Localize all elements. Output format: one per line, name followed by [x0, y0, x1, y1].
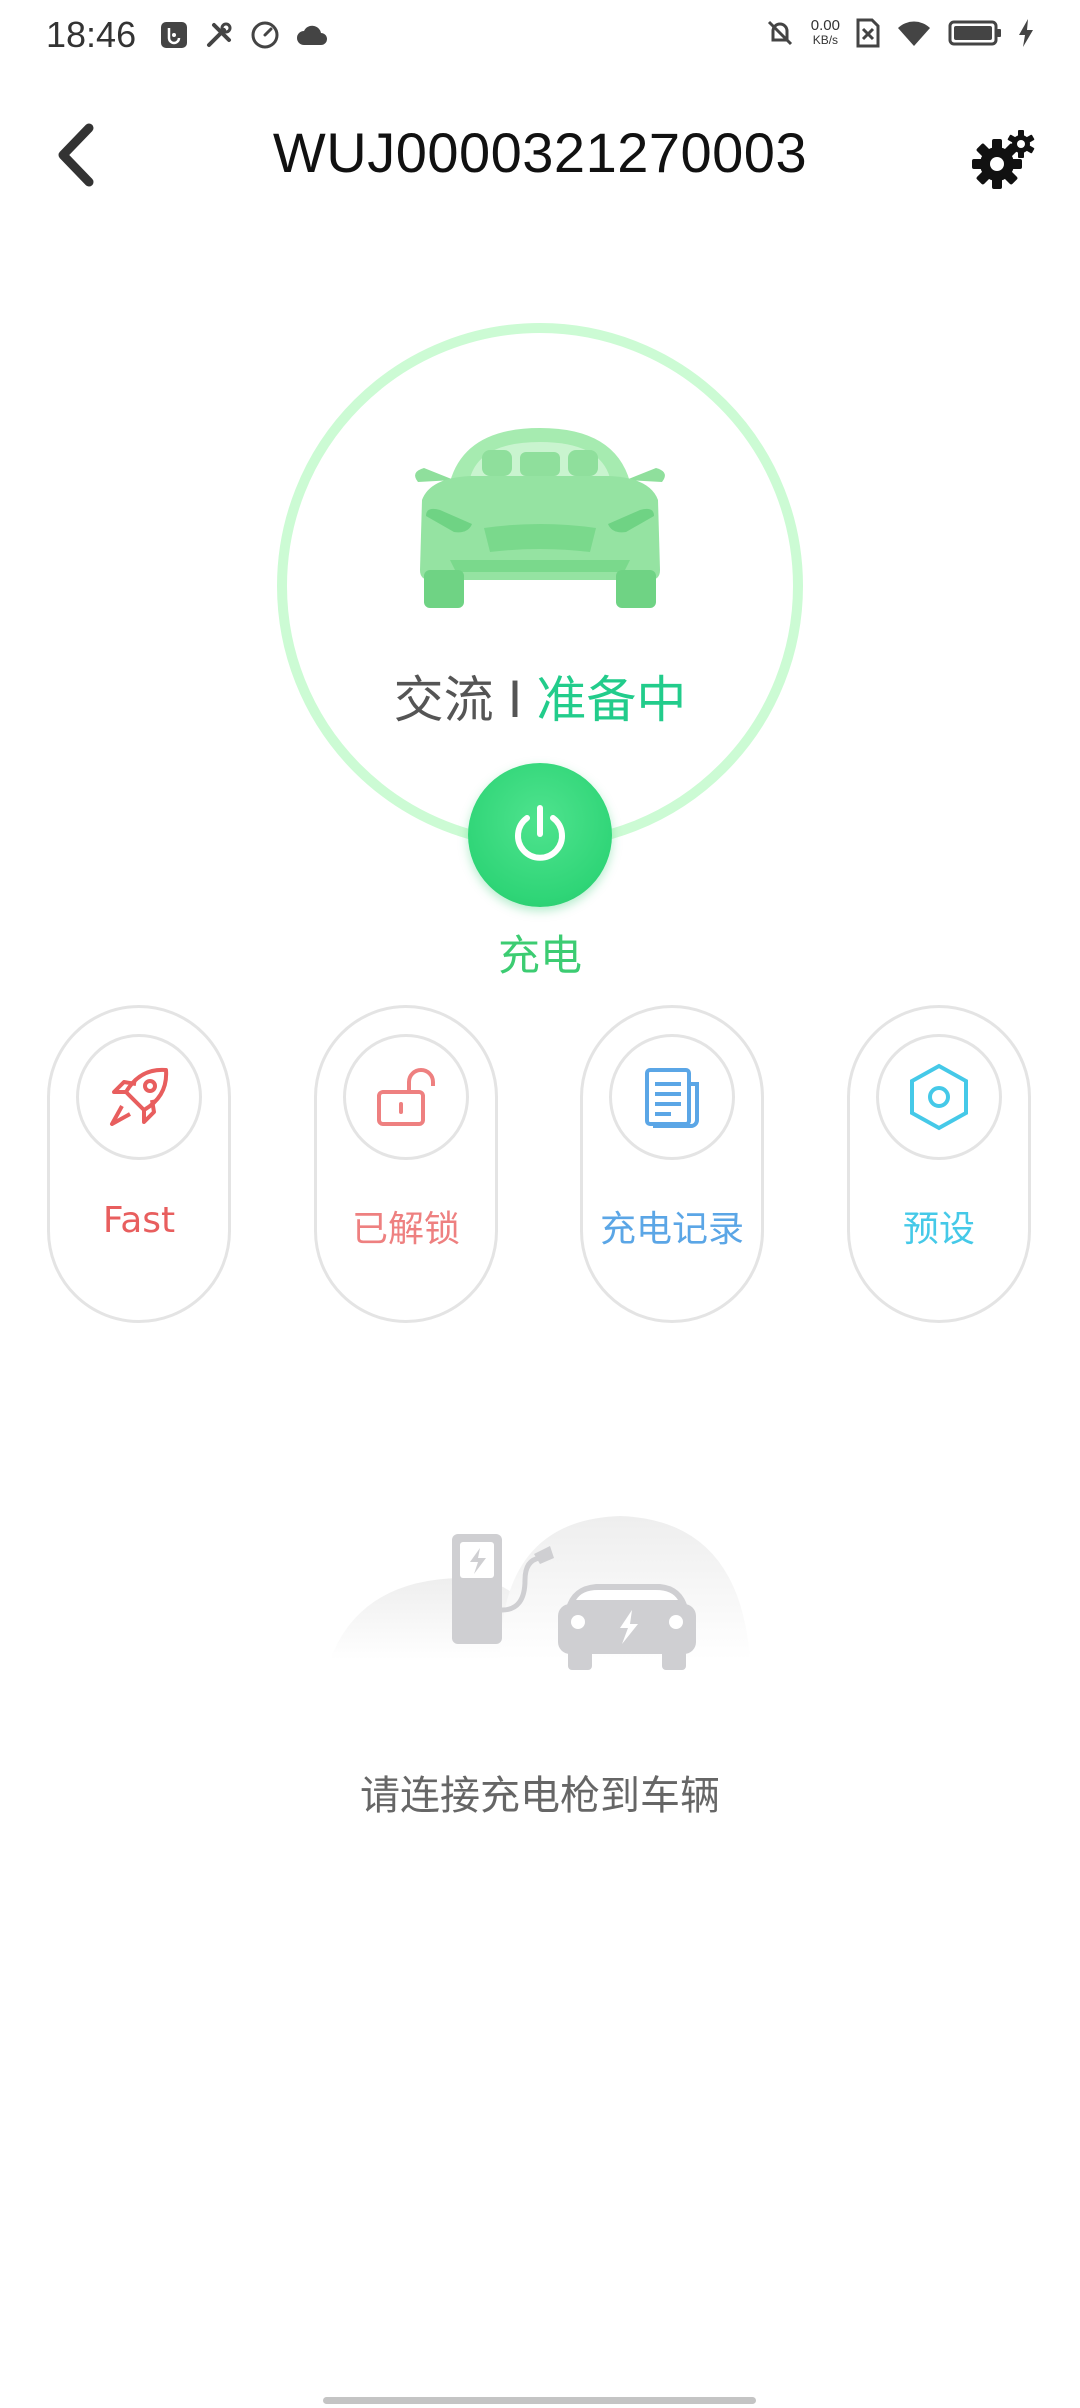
usb-debug-icon: [161, 22, 187, 48]
battery-icon: [948, 20, 1001, 46]
alarm-off-icon: [767, 20, 792, 46]
connect-charger-illustration: [330, 1516, 750, 1670]
net-speed-unit: KB/s: [812, 33, 839, 47]
net-speed: 0.00 KB/s: [810, 17, 840, 47]
status-right-icons: 0.00 KB/s: [765, 18, 1034, 48]
car-icon: [415, 428, 665, 608]
charger-status: 准备中: [536, 671, 687, 729]
cloud-icon: [297, 25, 327, 45]
unlock-icon-circle: [343, 1034, 469, 1160]
sim-off-icon: [856, 18, 880, 48]
page-title: WUJ0000321270003: [272, 121, 808, 184]
rocket-icon: [110, 1067, 169, 1126]
power-icon: [515, 805, 565, 861]
settings-button[interactable]: [964, 120, 1044, 200]
tools-icon: [207, 22, 232, 47]
fast-button[interactable]: Fast: [47, 1005, 231, 1323]
records-label: 充电记录: [599, 1209, 744, 1250]
document-icon: [645, 1068, 699, 1128]
fast-label: Fast: [102, 1200, 176, 1241]
home-indicator[interactable]: [323, 2397, 756, 2404]
net-speed-value: 0.00: [810, 17, 840, 34]
hexagon-settings-icon: [910, 1063, 968, 1131]
unlock-button[interactable]: 已解锁: [314, 1005, 498, 1323]
preset-label: 预设: [902, 1209, 975, 1250]
gears-icon: [972, 130, 1035, 189]
preset-icon-circle: [876, 1034, 1002, 1160]
charger-mode: 交流: [393, 671, 494, 729]
charger-mode-status: 交流 I 准备中: [0, 660, 1080, 732]
unlock-label: 已解锁: [351, 1209, 460, 1250]
charge-records-button[interactable]: 充电记录: [580, 1005, 764, 1323]
connect-hint: 请连接充电枪到车辆: [360, 1773, 720, 1819]
speedometer-icon: [251, 21, 279, 49]
charging-bolt-icon: [1019, 19, 1033, 47]
mode-separator: I: [507, 671, 523, 729]
fast-icon-circle: [76, 1034, 202, 1160]
status-left-icons: [160, 20, 328, 50]
power-button[interactable]: [468, 763, 612, 907]
unlock-icon: [377, 1068, 435, 1126]
records-icon-circle: [609, 1034, 735, 1160]
wifi-icon: [898, 21, 930, 46]
charge-label[interactable]: 充电: [0, 922, 1080, 983]
preset-button[interactable]: 预设: [847, 1005, 1031, 1323]
status-time: 18:46: [46, 14, 137, 55]
